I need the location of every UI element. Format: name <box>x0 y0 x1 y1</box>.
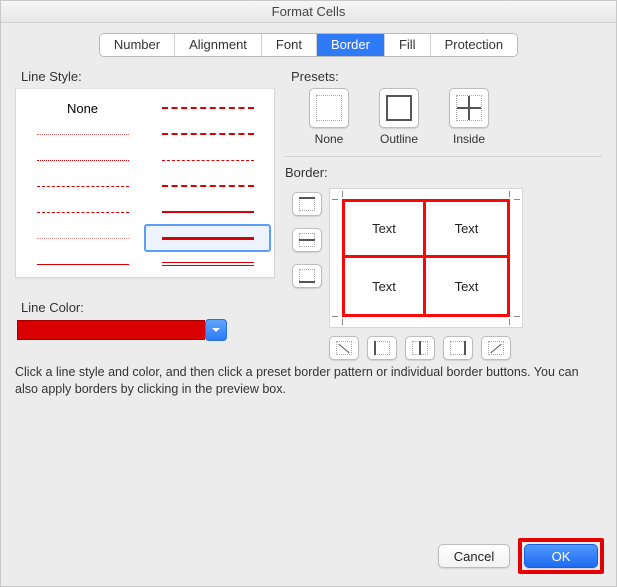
cancel-button[interactable]: Cancel <box>438 544 510 568</box>
line-style-8[interactable] <box>145 121 270 147</box>
left-column: Line Style: None <box>15 63 275 360</box>
line-style-7[interactable] <box>145 95 270 121</box>
preview-cell: Text <box>426 202 507 258</box>
line-style-picker[interactable]: None <box>15 88 275 278</box>
divider <box>285 156 602 157</box>
border-preview[interactable]: Text Text Text Text <box>329 188 523 328</box>
line-style-11[interactable] <box>145 199 270 225</box>
content-area: Line Style: None <box>1 63 616 360</box>
line-style-2[interactable] <box>20 147 145 173</box>
line-style-3[interactable] <box>20 173 145 199</box>
tab-alignment[interactable]: Alignment <box>175 34 262 56</box>
border-right-button[interactable] <box>443 336 473 360</box>
line-color-swatch[interactable] <box>17 320 205 340</box>
border-middle-h-button[interactable] <box>292 228 322 252</box>
preview-cell: Text <box>345 258 426 314</box>
chevron-down-icon <box>212 328 220 332</box>
line-style-9[interactable] <box>145 147 270 173</box>
tab-protection[interactable]: Protection <box>431 34 518 56</box>
border-left-button[interactable] <box>367 336 397 360</box>
line-style-label: Line Style: <box>21 69 275 84</box>
ok-button[interactable]: OK <box>524 544 598 568</box>
border-middle-v-button[interactable] <box>405 336 435 360</box>
line-style-12-selected[interactable] <box>144 224 271 252</box>
window-title: Format Cells <box>1 1 616 23</box>
preview-cell: Text <box>345 202 426 258</box>
tab-number[interactable]: Number <box>100 34 175 56</box>
format-cells-window: Format Cells Number Alignment Font Borde… <box>0 0 617 587</box>
presets-label: Presets: <box>291 69 602 84</box>
preset-row: None Outline Inside <box>299 88 602 146</box>
line-color-picker[interactable] <box>17 319 275 341</box>
border-diag-up-button[interactable] <box>329 336 359 360</box>
right-column: Presets: None Outline Inside Border: <box>285 63 602 360</box>
tab-border[interactable]: Border <box>317 34 385 56</box>
preset-outline[interactable]: Outline <box>369 88 429 146</box>
line-color-label: Line Color: <box>21 300 275 315</box>
preset-outline-icon <box>379 88 419 128</box>
tab-segmented-control: Number Alignment Font Border Fill Protec… <box>99 33 518 57</box>
preset-none[interactable]: None <box>299 88 359 146</box>
line-style-1[interactable] <box>20 121 145 147</box>
tab-fill[interactable]: Fill <box>385 34 431 56</box>
ok-button-highlight: OK <box>518 538 604 574</box>
line-style-5[interactable] <box>20 225 145 251</box>
line-style-10[interactable] <box>145 173 270 199</box>
preset-none-icon <box>309 88 349 128</box>
line-style-4[interactable] <box>20 199 145 225</box>
line-style-6[interactable] <box>20 251 145 277</box>
border-bottom-button[interactable] <box>292 264 322 288</box>
border-diag-down-button[interactable] <box>481 336 511 360</box>
line-style-13[interactable] <box>145 251 270 277</box>
preview-cell: Text <box>426 258 507 314</box>
line-color-dropdown[interactable] <box>205 319 227 341</box>
tab-font[interactable]: Font <box>262 34 317 56</box>
line-style-none[interactable]: None <box>20 95 145 121</box>
border-editor: Text Text Text Text <box>285 184 602 328</box>
preset-inside-icon <box>449 88 489 128</box>
preset-inside[interactable]: Inside <box>439 88 499 146</box>
border-label: Border: <box>285 165 602 180</box>
border-side-buttons <box>285 184 329 328</box>
instructions-text: Click a line style and color, and then c… <box>1 360 616 402</box>
border-top-button[interactable] <box>292 192 322 216</box>
tab-bar: Number Alignment Font Border Fill Protec… <box>1 33 616 57</box>
dialog-footer: Cancel OK <box>1 528 616 586</box>
border-bottom-buttons <box>329 336 602 360</box>
